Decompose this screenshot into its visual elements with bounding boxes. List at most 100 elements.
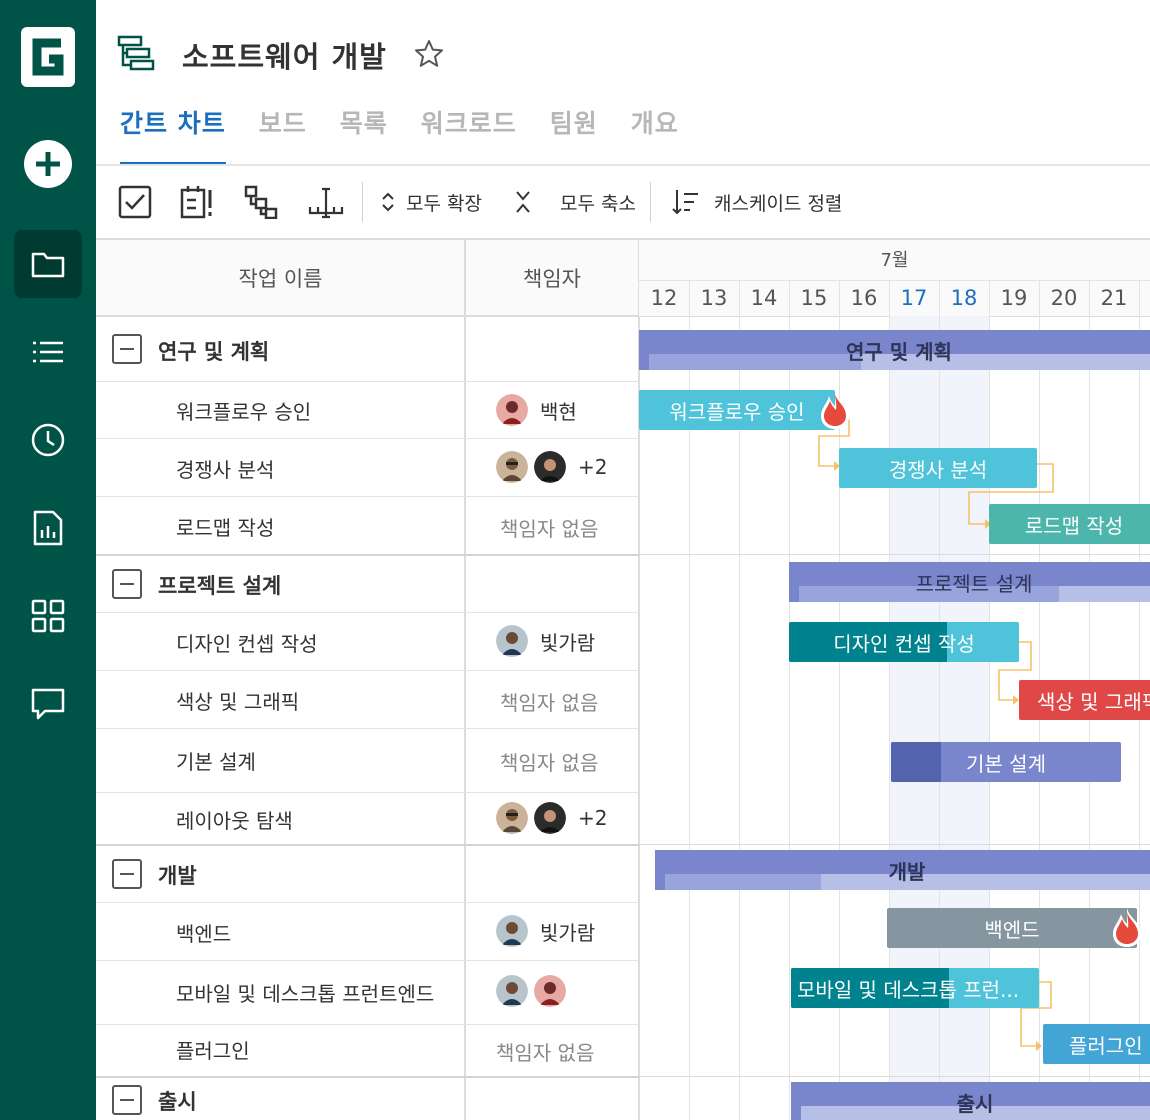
task-row[interactable]: 백엔드 빛가람 — [96, 903, 639, 960]
assignee-more-count: +2 — [578, 806, 608, 830]
day-label: 20 — [1050, 286, 1078, 310]
collapse-toggle[interactable] — [112, 334, 142, 364]
task-name: 경쟁사 분석 — [176, 458, 275, 482]
task-row[interactable]: 플러그인 책임자 없음 — [96, 1025, 639, 1076]
avatar — [496, 975, 528, 1007]
folder-icon[interactable] — [14, 230, 82, 298]
assignee-cell[interactable]: 백현 — [496, 394, 577, 426]
task-bar-design-concept[interactable]: 디자인 컨셉 작성 — [789, 622, 1019, 662]
collapse-toggle[interactable] — [112, 569, 142, 599]
task-bar-label: 로드맵 작성 — [1024, 513, 1124, 538]
task-row[interactable]: 경쟁사 분석 +2 — [96, 439, 639, 496]
avatar — [496, 625, 528, 657]
group-name: 개발 — [158, 864, 197, 888]
tab-workload[interactable]: 워크로드 — [421, 104, 517, 166]
cascade-sort-label: 캐스케이드 정렬 — [714, 192, 843, 215]
task-bar-backend[interactable]: 백엔드 — [887, 908, 1137, 948]
task-row[interactable]: 로드맵 작성 책임자 없음 — [96, 497, 639, 554]
avatar — [496, 394, 528, 426]
add-icon[interactable] — [14, 130, 82, 198]
no-assignee-label[interactable]: 책임자 없음 — [500, 687, 598, 716]
overdue-fire-icon — [1113, 908, 1141, 947]
column-header-task-name[interactable]: 작업 이름 — [96, 240, 465, 316]
task-row[interactable]: 워크플로우 승인 백현 — [96, 382, 639, 438]
assignee-cell[interactable]: 빛가람 — [496, 625, 595, 657]
task-bar-roadmap[interactable]: 로드맵 작성 — [989, 504, 1150, 544]
deadline-icon[interactable] — [180, 166, 216, 238]
task-bar-workflow-approval[interactable]: 워크플로우 승인 — [639, 390, 835, 430]
task-name: 모바일 및 데스크톱 프런트엔드 — [176, 982, 435, 1006]
tab-members[interactable]: 팀원 — [550, 104, 598, 166]
collapse-toggle[interactable] — [112, 859, 142, 889]
apps-grid-icon[interactable] — [14, 582, 82, 650]
cascade-sort-button[interactable]: 캐스케이드 정렬 — [670, 166, 842, 238]
task-name: 워크플로우 승인 — [176, 400, 312, 424]
assignee-cell[interactable] — [496, 975, 572, 1007]
task-name: 디자인 컨셉 작성 — [176, 632, 318, 656]
task-bar-basic-design[interactable]: 기본 설계 — [891, 742, 1121, 782]
no-assignee-label[interactable]: 책임자 없음 — [500, 513, 598, 542]
task-name: 백엔드 — [176, 922, 232, 946]
task-row[interactable]: 레이아웃 탐색 +2 — [96, 793, 639, 844]
project-title: 소프트웨어 개발 — [182, 40, 387, 74]
no-assignee-label[interactable]: 책임자 없음 — [496, 1037, 594, 1066]
group-name: 프로젝트 설계 — [158, 574, 282, 598]
avatar — [534, 975, 566, 1007]
task-bar-label: 색상 및 그래픽 — [1037, 689, 1150, 714]
expand-all-button[interactable]: 모두 확장 — [380, 166, 482, 238]
task-bar-label: 모바일 및 데스크톱 프런... — [797, 977, 1020, 1002]
group-row-research[interactable]: 연구 및 계획 — [96, 317, 639, 381]
collapse-all-button[interactable]: 모두 축소 — [514, 166, 636, 238]
star-icon[interactable] — [413, 38, 445, 74]
tab-gantt[interactable]: 간트 차트 — [120, 104, 226, 166]
group-row-design[interactable]: 프로젝트 설계 — [96, 556, 639, 612]
group-bar-development[interactable]: 개발 — [655, 850, 1150, 890]
task-name: 플러그인 — [176, 1039, 250, 1063]
baseline-icon[interactable] — [308, 166, 344, 238]
task-bar-label: 경쟁사 분석 — [888, 457, 988, 482]
tab-list[interactable]: 목록 — [340, 104, 388, 166]
task-bar-label: 기본 설계 — [966, 751, 1046, 776]
clock-icon[interactable] — [14, 406, 82, 474]
assignee-cell[interactable]: +2 — [496, 802, 607, 834]
list-icon[interactable] — [14, 318, 82, 386]
expand-all-label: 모두 확장 — [406, 192, 482, 215]
day-label: 12 — [650, 286, 678, 310]
assignee-name: 빛가람 — [540, 630, 596, 655]
avatar — [534, 802, 566, 834]
toolbar-separator — [362, 182, 363, 222]
collapse-toggle[interactable] — [112, 1085, 142, 1115]
group-row-development[interactable]: 개발 — [96, 846, 639, 902]
group-bar-design[interactable]: 프로젝트 설계 — [789, 562, 1150, 602]
avatar — [496, 451, 528, 483]
app-logo[interactable] — [21, 27, 75, 87]
hierarchy-icon[interactable] — [244, 166, 278, 238]
task-name: 로드맵 작성 — [176, 516, 275, 540]
group-bar-label: 연구 및 계획 — [846, 340, 952, 364]
group-bar-research[interactable]: 연구 및 계획 — [639, 330, 1150, 370]
task-row[interactable]: 모바일 및 데스크톱 프런트엔드 — [96, 961, 639, 1024]
assignee-cell[interactable]: 빛가람 — [496, 915, 595, 947]
task-row[interactable]: 디자인 컨셉 작성 빛가람 — [96, 613, 639, 670]
group-bar-launch[interactable]: 출시 — [791, 1082, 1150, 1120]
no-assignee-label[interactable]: 책임자 없음 — [500, 747, 598, 776]
report-icon[interactable] — [14, 494, 82, 562]
assignee-cell[interactable]: +2 — [496, 451, 607, 483]
tab-overview[interactable]: 개요 — [631, 104, 679, 166]
checkbox-icon[interactable] — [118, 166, 152, 238]
task-bar-plugin[interactable]: 플러그인 — [1043, 1024, 1150, 1064]
group-row-launch[interactable]: 출시 — [96, 1078, 639, 1120]
task-bar-color-graphics[interactable]: 색상 및 그래픽 — [1019, 680, 1150, 720]
task-bar-frontend[interactable]: 모바일 및 데스크톱 프런... — [791, 968, 1039, 1008]
task-bar-label: 디자인 컨셉 작성 — [833, 631, 975, 656]
chat-icon[interactable] — [14, 670, 82, 738]
task-name: 레이아웃 탐색 — [176, 809, 293, 833]
day-label: 19 — [1000, 286, 1028, 310]
group-bar-label: 프로젝트 설계 — [915, 572, 1033, 596]
task-row[interactable]: 기본 설계 책임자 없음 — [96, 729, 639, 792]
task-bar-competitor-analysis[interactable]: 경쟁사 분석 — [839, 448, 1037, 488]
tab-board[interactable]: 보드 — [259, 104, 307, 166]
column-header-assignee[interactable]: 책임자 — [465, 240, 639, 316]
task-row[interactable]: 색상 및 그래픽 책임자 없음 — [96, 671, 639, 728]
overdue-fire-icon — [821, 390, 849, 429]
